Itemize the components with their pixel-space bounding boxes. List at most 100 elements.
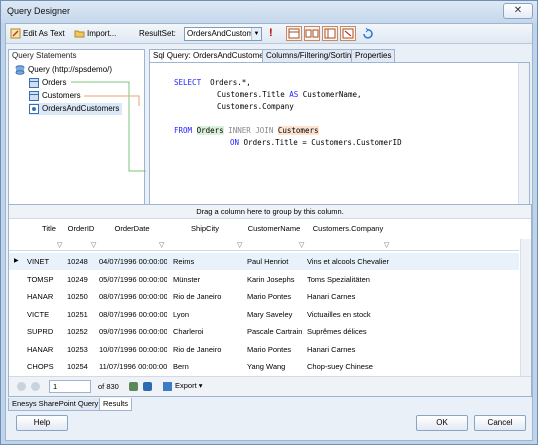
filter-icon[interactable]: ▽ [57, 241, 62, 249]
title-bar: Query Designer ✕ [1, 1, 537, 23]
table-cell: HANAR [27, 344, 54, 354]
sql-text: Orders.Title = Customers.CustomerID [239, 138, 402, 147]
table-row[interactable]: CHOPS 10254 11/07/1996 00:00:00 Bern Yang Wa… [9, 358, 519, 375]
sql-text: Customers.Title [217, 90, 290, 99]
table-cell: 08/07/1996 00:00:00 [99, 292, 167, 301]
page-number-input[interactable]: 1 [49, 380, 91, 393]
sql-keyword: AS [289, 90, 299, 99]
table-row[interactable]: HANAR 10250 08/07/1996 00:00:00 Rio de Jane… [9, 288, 519, 305]
column-header-customername[interactable]: CustomerName [243, 219, 305, 239]
table-cell: Reims [173, 257, 195, 266]
table-cell: 10248 [67, 257, 88, 266]
table-row[interactable]: TOMSP 10249 05/07/1996 00:00:00 Münster Kari… [9, 271, 519, 288]
table-row[interactable]: HANAR 10253 10/07/1996 00:00:00 Rio de Jane… [9, 341, 519, 358]
grid-scrollbar[interactable] [520, 239, 531, 376]
tab-properties[interactable]: Properties [351, 49, 396, 62]
table-cell: 10250 [67, 292, 88, 301]
filter-icon [342, 28, 354, 39]
filter-icon[interactable]: ▽ [384, 241, 389, 249]
export-button[interactable]: Export ▾ [163, 381, 203, 391]
ok-button[interactable]: OK [416, 415, 468, 431]
edit-as-text-button[interactable]: Edit As Text [10, 26, 65, 41]
sql-text: CustomerName, [298, 90, 362, 99]
column-header-company[interactable]: Customers.Company [305, 219, 391, 239]
cancel-button[interactable]: Cancel [474, 415, 526, 431]
filter-icon[interactable]: ▽ [237, 241, 242, 249]
next-page-icon[interactable] [129, 382, 138, 391]
column-header-title[interactable]: Title [33, 219, 65, 239]
query-statements-panel: Query Statements Query (http://spsdemo/)… [8, 49, 146, 225]
sql-keyword: FROM [174, 126, 193, 135]
help-button[interactable]: Help [16, 415, 68, 431]
table-cell: 10252 [67, 327, 88, 336]
filter-button[interactable] [340, 26, 356, 41]
column-header-orderid[interactable]: OrderID [65, 219, 97, 239]
tab-results[interactable]: Results [99, 398, 133, 411]
sql-keyword: INNER JOIN [223, 126, 278, 135]
table-cell: Lyon [173, 309, 189, 319]
table-cell: 08/07/1996 00:00:00 [99, 309, 167, 319]
group-by-area[interactable]: Drag a column here to group by this colu… [9, 205, 531, 219]
table-cell: 10249 [67, 274, 88, 284]
filter-icon[interactable]: ▽ [91, 241, 96, 249]
table-cell: Suprêmes délices [307, 327, 367, 336]
first-page-icon[interactable] [17, 382, 26, 391]
table-cell: 10/07/1996 00:00:00 [99, 344, 167, 354]
page-count: of 830 [98, 382, 119, 391]
table-cell: Karin Josephs [247, 274, 295, 284]
dialog-body: Edit As Text Import... ResultSet: Orders… [5, 23, 533, 441]
results-grid: Drag a column here to group by this colu… [8, 204, 532, 397]
table-row[interactable]: VICTE 10251 08/07/1996 00:00:00 Lyon Mary Sa… [9, 306, 519, 323]
tab-sql-query[interactable]: Sql Query: OrdersAndCustomers [149, 49, 275, 63]
add-table-button[interactable] [286, 26, 302, 41]
sql-scrollbar[interactable] [518, 63, 529, 226]
sql-editor-panel: Sql Query: OrdersAndCustomers Columns/Fi… [149, 49, 534, 227]
toolbar: Edit As Text Import... ResultSet: Orders… [6, 24, 532, 44]
table-row[interactable]: SUPRD 10252 09/07/1996 00:00:00 Charleroi Pa… [9, 323, 519, 340]
column-header-orderdate[interactable]: OrderDate [97, 219, 167, 239]
table-cell: Münster [173, 274, 201, 284]
refresh-icon[interactable] [362, 28, 373, 39]
sql-table-customers: Customers [277, 126, 319, 135]
tab-columns-filtering-sorting[interactable]: Columns/Filtering/Sorting [262, 49, 360, 62]
resultset-value: OrdersAndCustom [187, 29, 254, 38]
table-cell: TOMSP [27, 274, 54, 284]
table-cell: 11/07/1996 00:00:00 [99, 362, 167, 371]
edit-as-text-label: Edit As Text [23, 29, 65, 38]
join-connectors [71, 81, 146, 172]
table-row[interactable]: ▶ VINET 10248 04/07/1996 00:00:00 Reims Paul … [9, 253, 519, 270]
table-cell: 09/07/1996 00:00:00 [99, 327, 167, 336]
pager: 1 of 830 Export ▾ [9, 376, 531, 396]
resultset-select[interactable]: OrdersAndCustom ▼ [184, 27, 262, 41]
table-cell: 04/07/1996 00:00:00 [99, 257, 167, 266]
columns-button[interactable] [322, 26, 338, 41]
add-table-icon [288, 28, 300, 39]
table-cell: HANAR [27, 292, 54, 301]
table-cell: Yang Wang [247, 362, 286, 371]
prev-page-icon[interactable] [31, 382, 40, 391]
table-cell: Paul Henriot [247, 257, 289, 266]
join-button[interactable] [304, 26, 320, 41]
sql-table-orders: Orders [196, 126, 224, 135]
close-button[interactable]: ✕ [503, 3, 533, 19]
table-cell: SUPRD [27, 327, 54, 336]
import-button[interactable]: Import... [74, 26, 116, 41]
filter-icon[interactable]: ▽ [159, 241, 164, 249]
folder-icon [74, 30, 85, 38]
last-page-icon[interactable] [143, 382, 152, 391]
table-cell: Chop-suey Chinese [307, 362, 373, 371]
table-cell: Vins et alcools Chevalier [307, 257, 389, 266]
filter-icon[interactable]: ▽ [299, 241, 304, 249]
join-icon [305, 29, 319, 38]
tab-enesys-sharepoint-query[interactable]: Enesys SharePoint Query [8, 398, 103, 411]
row-selector-icon: ▶ [14, 258, 19, 264]
column-header-shipcity[interactable]: ShipCity [167, 219, 243, 239]
table-cell: 10253 [67, 344, 88, 354]
sql-text-area[interactable]: SELECT Orders.*, Customers.Title AS Cust… [149, 62, 530, 227]
query-designer-window: Query Designer ✕ Edit As Text Import... … [0, 0, 538, 445]
chevron-down-icon[interactable]: ▼ [251, 28, 261, 40]
run-query-button[interactable]: ! [269, 26, 273, 41]
table-cell: Bern [173, 362, 189, 371]
edit-text-icon [10, 28, 21, 39]
table-cell: 10251 [67, 309, 88, 319]
